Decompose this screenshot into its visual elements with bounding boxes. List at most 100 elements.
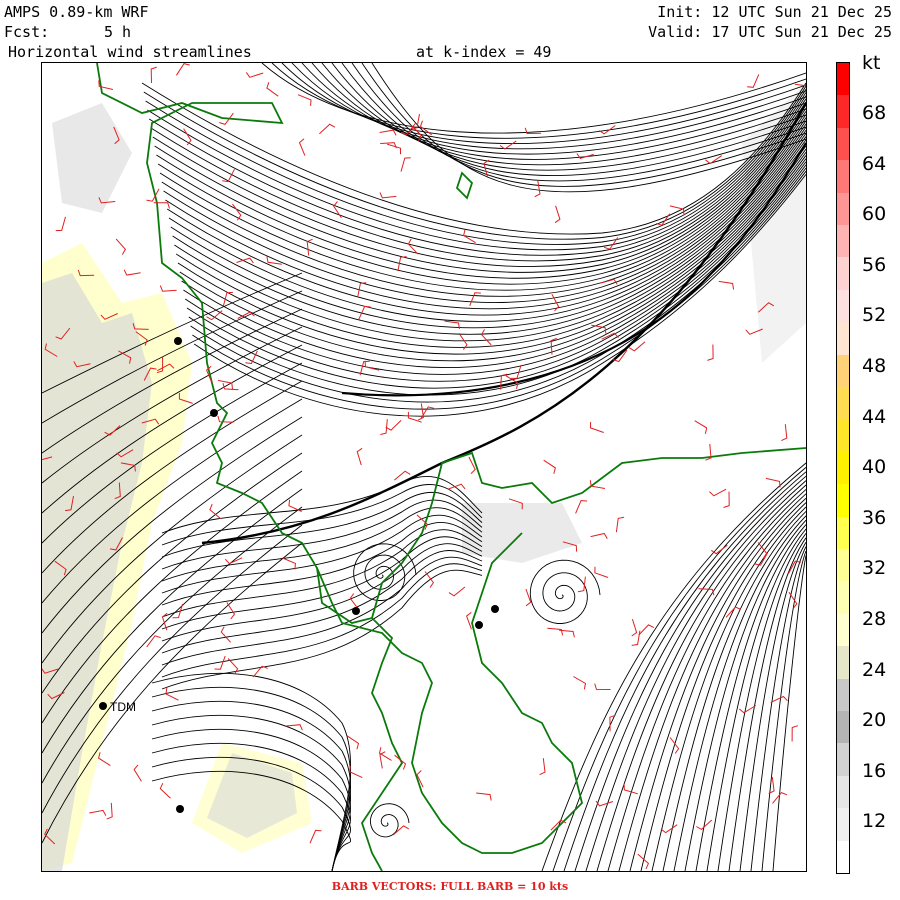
colorbar-segment xyxy=(837,451,849,485)
wind-barb xyxy=(466,612,472,630)
wind-barb xyxy=(554,205,561,224)
colorbar-label: 20 xyxy=(862,709,887,732)
wind-barb xyxy=(772,792,788,804)
colorbar-label: 64 xyxy=(862,152,887,175)
wind-barb xyxy=(594,683,611,690)
wind-barb xyxy=(631,618,638,637)
station-dot xyxy=(491,605,499,613)
wind-barb xyxy=(718,280,735,290)
colorbar-label: 40 xyxy=(862,456,887,479)
wind-barb xyxy=(534,180,541,198)
colorbar-segment xyxy=(837,419,849,453)
wind-barb xyxy=(165,688,179,701)
colorbar-segment xyxy=(837,192,849,226)
station-label-tdm: TDM xyxy=(110,700,136,714)
streamline xyxy=(369,803,410,838)
station-dot xyxy=(475,621,483,629)
colorbar-label: 12 xyxy=(862,810,887,833)
streamline xyxy=(717,533,806,871)
colorbar-label: 24 xyxy=(862,658,887,681)
wind-barb xyxy=(791,725,799,742)
wind-barb xyxy=(660,824,678,834)
wind-barb xyxy=(589,421,604,433)
colorbar-segment xyxy=(837,678,849,712)
wind-barb xyxy=(386,143,401,155)
colorbar-segment xyxy=(837,387,849,420)
wind-barb xyxy=(594,566,609,578)
wind-barb xyxy=(694,420,708,434)
wind-barb xyxy=(333,201,342,219)
wind-barb xyxy=(232,203,242,221)
station-dot xyxy=(352,607,360,615)
wind-barb xyxy=(309,829,322,844)
colorbar-segment xyxy=(837,613,849,647)
colorbar-segment xyxy=(837,354,849,388)
wind-barb xyxy=(469,292,481,306)
wind-barb xyxy=(575,499,588,514)
wind-barb xyxy=(282,557,296,570)
colorbar-segment xyxy=(837,225,849,258)
streamline xyxy=(154,104,806,273)
streamline xyxy=(291,63,806,150)
wind-barb xyxy=(146,188,160,202)
wind-barb xyxy=(543,459,556,474)
wind-barb xyxy=(159,285,177,292)
wind-barb xyxy=(175,63,190,76)
wind-barb xyxy=(266,256,282,265)
wind-barb xyxy=(55,216,66,232)
wind-barb xyxy=(770,695,788,703)
wind-streamline-map: TDM xyxy=(41,62,807,872)
colorbar-label: 60 xyxy=(862,203,887,226)
streamline xyxy=(640,502,806,871)
colorbar-label: 36 xyxy=(862,506,887,529)
wind-barb xyxy=(781,424,788,442)
streamline xyxy=(175,142,806,348)
streamline xyxy=(161,556,483,666)
wind-barb xyxy=(424,571,435,588)
station-dot-tdm xyxy=(99,702,107,710)
wind-barb xyxy=(448,586,466,597)
colorbar-segment xyxy=(837,257,849,291)
wind-barb xyxy=(298,138,306,156)
wind-barb xyxy=(380,142,397,149)
wind-barb xyxy=(400,157,411,172)
streamline xyxy=(161,491,483,558)
wind-barb xyxy=(499,140,517,150)
wind-barb xyxy=(539,758,546,776)
wind-barb xyxy=(252,665,268,678)
colorbar-segment xyxy=(837,808,849,842)
wind-barb xyxy=(356,447,363,466)
colorbar-segment xyxy=(837,289,849,323)
wind-barb xyxy=(623,783,638,795)
colorbar-segment xyxy=(837,775,849,809)
field-title: Horizontal wind streamlines xyxy=(8,43,252,61)
colorbar-segment xyxy=(837,840,849,874)
wind-barb xyxy=(379,751,386,769)
colorbar-segment xyxy=(837,549,849,582)
wind-barb xyxy=(417,403,425,421)
streamline xyxy=(166,126,806,316)
colorbar-label: 44 xyxy=(862,405,887,428)
colorbar-label: 16 xyxy=(862,759,887,782)
model-title: AMPS 0.89-km WRF xyxy=(4,3,149,21)
wind-barb xyxy=(123,269,141,276)
colorbar-segment xyxy=(837,646,849,680)
init-time: Init: 12 UTC Sun 21 Dec 25 xyxy=(657,3,892,21)
streamline xyxy=(750,546,806,871)
wind-barb xyxy=(220,626,231,643)
station-dot xyxy=(210,409,218,417)
colorbar-label: 68 xyxy=(862,102,887,124)
streamline xyxy=(301,63,806,155)
wind-barb xyxy=(150,66,157,84)
wind-barb xyxy=(89,809,107,816)
wind-barb xyxy=(385,420,402,431)
wind-barb xyxy=(707,344,714,361)
streamline xyxy=(161,569,483,690)
level-label: at k-index = 49 xyxy=(416,43,552,61)
colorbar-segment xyxy=(837,127,849,161)
streamline xyxy=(529,559,601,624)
coastline xyxy=(96,63,806,871)
wind-barb xyxy=(407,411,422,423)
wind-barb xyxy=(98,752,111,767)
wind-barb xyxy=(349,765,363,779)
